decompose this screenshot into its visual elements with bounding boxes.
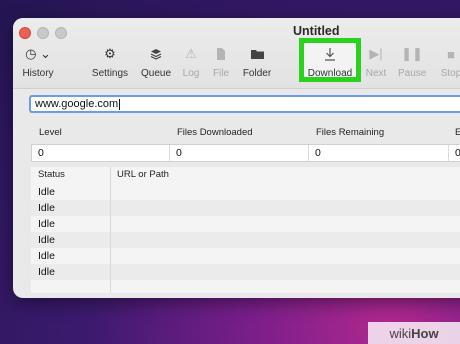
table-row[interactable]: Idle (31, 248, 460, 264)
folder-label: Folder (242, 68, 272, 79)
download-button[interactable]: Download (306, 44, 354, 79)
table-row[interactable]: Idle (31, 232, 460, 248)
files-remaining-header: Files Remaining (316, 127, 385, 138)
stats-values-row: 0 0 0 0 (31, 144, 460, 162)
stop-button[interactable]: ■ Stop (438, 44, 460, 80)
column-divider (308, 145, 309, 161)
queue-button[interactable]: Queue (139, 44, 173, 79)
log-label: Log (182, 68, 200, 79)
file-label: File (212, 68, 230, 79)
file-button[interactable]: File (209, 44, 233, 79)
watermark-brand-b: How (411, 325, 439, 341)
column-divider (169, 145, 170, 161)
window-title: Untitled (293, 24, 340, 38)
files-remaining-value: 0 (315, 147, 321, 159)
table-row[interactable]: Idle (31, 184, 460, 200)
folder-button[interactable]: Folder (239, 44, 275, 79)
table-row[interactable]: Idle (31, 264, 460, 280)
app-window: Untitled ◷ ⌄ History ⚙ Settings Queue ⚠ … (13, 18, 460, 298)
gear-icon: ⚙ (104, 46, 116, 61)
next-label: Next (365, 68, 387, 79)
skip-forward-icon: ▶| (369, 46, 383, 61)
status-column-header[interactable]: Status (38, 169, 65, 180)
text-caret (119, 98, 121, 110)
level-header: Level (39, 127, 62, 138)
folder-icon (239, 44, 275, 64)
status-table: Status URL or Path Idle Idle Idle Idle I… (31, 167, 460, 293)
pause-label: Pause (398, 68, 427, 79)
warning-icon: ⚠ (185, 46, 197, 61)
download-icon (306, 44, 354, 64)
history-button[interactable]: ◷ ⌄ History (19, 44, 57, 79)
url-column-header[interactable]: URL or Path (117, 169, 169, 180)
level-value: 0 (38, 147, 44, 159)
stop-icon: ■ (447, 46, 455, 62)
document-icon (209, 44, 233, 64)
toolbar: Untitled ◷ ⌄ History ⚙ Settings Queue ⚠ … (13, 18, 460, 89)
column-divider (448, 145, 449, 161)
zoom-button[interactable] (55, 27, 67, 39)
column-divider (110, 167, 111, 293)
url-input[interactable]: www.google.com (29, 95, 460, 113)
pause-icon: ❚❚ (401, 46, 423, 61)
layers-icon (139, 44, 173, 64)
pause-button[interactable]: ❚❚ Pause (398, 44, 426, 79)
clock-icon: ◷ ⌄ (25, 46, 51, 61)
window-controls (19, 27, 67, 39)
close-button[interactable] (19, 27, 31, 39)
files-downloaded-header: Files Downloaded (177, 127, 253, 138)
download-label: Download (307, 68, 353, 79)
table-row[interactable]: Idle (31, 200, 460, 216)
log-button[interactable]: ⚠ Log (179, 44, 203, 79)
minimize-button[interactable] (37, 27, 49, 39)
table-row[interactable]: Idle (31, 216, 460, 232)
stop-label: Stop (440, 68, 460, 79)
next-button[interactable]: ▶| Next (364, 44, 388, 79)
files-downloaded-value: 0 (176, 147, 182, 159)
extra-value: 0 (455, 147, 460, 159)
watermark-logo: wiki How (368, 322, 460, 344)
extra-header: E (455, 127, 460, 138)
settings-label: Settings (91, 68, 129, 79)
watermark-brand-a: wiki (389, 325, 412, 341)
history-label: History (22, 68, 54, 79)
settings-button[interactable]: ⚙ Settings (90, 44, 130, 79)
url-value: www.google.com (35, 98, 119, 110)
queue-label: Queue (140, 68, 172, 79)
